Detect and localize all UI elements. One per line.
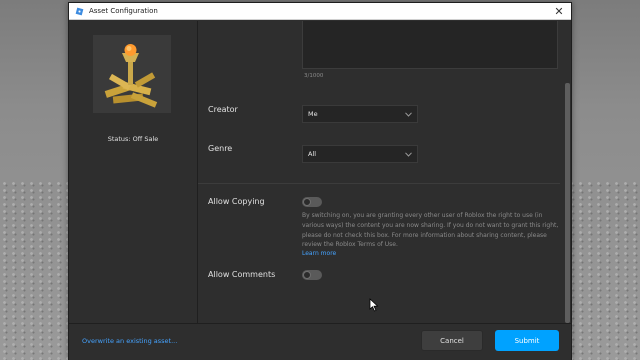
cancel-button[interactable]: Cancel xyxy=(421,330,483,351)
creator-value: Me xyxy=(308,110,318,118)
creator-label: Creator xyxy=(208,105,238,114)
asset-configuration-dialog: Asset Configuration ✕ Status: Off Sale 3… xyxy=(68,2,572,360)
roblox-studio-icon xyxy=(74,6,84,16)
settings-form: 3/1000 Creator Me Genre All Allow Copyin… xyxy=(198,21,560,323)
scrollbar-thumb[interactable] xyxy=(565,83,570,323)
torch-model-icon xyxy=(104,44,158,108)
genre-dropdown[interactable]: All xyxy=(302,145,418,163)
asset-thumbnail xyxy=(93,35,171,113)
submit-button[interactable]: Submit xyxy=(495,330,559,351)
learn-more-link[interactable]: Learn more xyxy=(302,250,336,257)
close-button[interactable]: ✕ xyxy=(553,5,565,17)
mouse-cursor-icon xyxy=(369,298,379,312)
creator-dropdown[interactable]: Me xyxy=(302,105,418,123)
asset-preview-panel: Status: Off Sale xyxy=(69,21,197,323)
description-char-count: 3/1000 xyxy=(304,73,324,79)
genre-value: All xyxy=(308,150,317,158)
section-divider xyxy=(198,183,560,184)
window-title: Asset Configuration xyxy=(89,7,158,15)
allow-comments-toggle[interactable] xyxy=(302,270,322,280)
vertical-scrollbar[interactable] xyxy=(564,21,571,323)
chevron-down-icon xyxy=(405,151,412,158)
allow-comments-label: Allow Comments xyxy=(208,270,276,279)
title-bar[interactable]: Asset Configuration ✕ xyxy=(69,3,571,20)
genre-label: Genre xyxy=(208,144,233,153)
sale-status: Status: Off Sale xyxy=(107,135,159,143)
dialog-footer: Overwrite an existing asset... Cancel Su… xyxy=(69,323,571,360)
allow-copying-toggle[interactable] xyxy=(302,197,322,207)
description-textarea[interactable] xyxy=(302,21,558,69)
toggle-knob xyxy=(303,198,311,206)
allow-copying-label: Allow Copying xyxy=(208,197,265,206)
allow-copying-description: By switching on, you are granting every … xyxy=(302,212,559,249)
overwrite-asset-link[interactable]: Overwrite an existing asset... xyxy=(82,337,177,345)
toggle-knob xyxy=(303,271,311,279)
chevron-down-icon xyxy=(405,111,412,118)
close-icon: ✕ xyxy=(554,4,564,18)
